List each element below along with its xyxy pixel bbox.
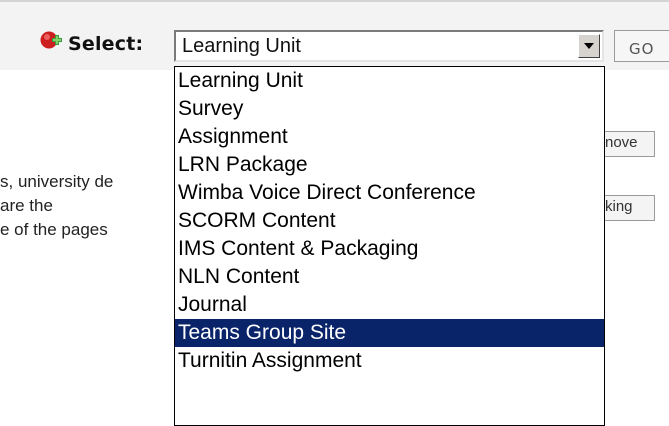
remove-button[interactable]: nove xyxy=(600,131,655,157)
dropdown-option-survey[interactable]: Survey xyxy=(175,95,604,123)
dropdown-option-lrn-package[interactable]: LRN Package xyxy=(175,151,604,179)
select-value: Learning Unit xyxy=(182,35,301,57)
dropdown-option-journal[interactable]: Journal xyxy=(175,291,604,319)
red-circle-plus-icon[interactable] xyxy=(40,30,64,52)
dropdown-option-turnitin-assignment[interactable]: Turnitin Assignment xyxy=(175,347,604,375)
chevron-down-icon[interactable] xyxy=(578,34,600,58)
background-text-line: are the xyxy=(0,196,53,215)
dropdown-option-learning-unit[interactable]: Learning Unit xyxy=(175,67,604,95)
background-text-line: e of the pages xyxy=(0,220,108,239)
dropdown-list[interactable]: Learning Unit Survey Assignment LRN Pack… xyxy=(174,66,605,426)
type-select[interactable]: Learning Unit xyxy=(174,30,604,62)
background-text-line: s, university de xyxy=(0,172,114,191)
toolbar: Select: Learning Unit GO xyxy=(0,0,669,70)
dropdown-option-nln-content[interactable]: NLN Content xyxy=(175,263,604,291)
dropdown-option-scorm-content[interactable]: SCORM Content xyxy=(175,207,604,235)
tracking-button[interactable]: king xyxy=(600,195,655,221)
dropdown-option-ims-content[interactable]: IMS Content & Packaging xyxy=(175,235,604,263)
go-button[interactable]: GO xyxy=(614,30,669,62)
select-label: Select: xyxy=(68,33,144,55)
dropdown-option-wimba-voice[interactable]: Wimba Voice Direct Conference xyxy=(175,179,604,207)
dropdown-option-teams-group-site[interactable]: Teams Group Site xyxy=(175,319,604,347)
dropdown-option-assignment[interactable]: Assignment xyxy=(175,123,604,151)
